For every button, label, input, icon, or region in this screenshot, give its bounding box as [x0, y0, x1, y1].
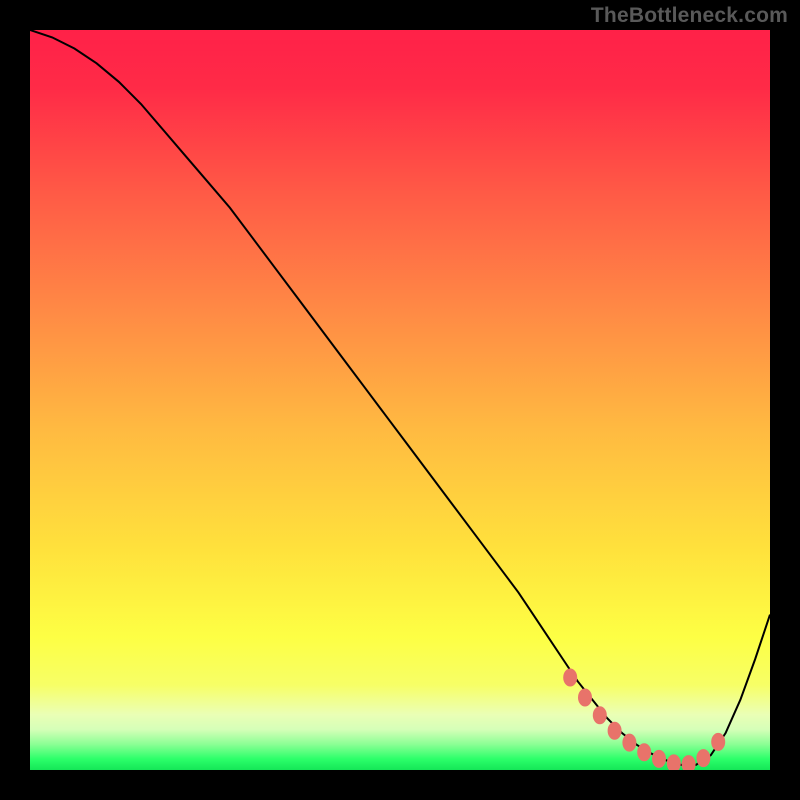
- plot-area: [30, 30, 770, 770]
- curve-marker: [696, 749, 710, 767]
- curve-marker: [652, 750, 666, 768]
- curve-marker: [608, 722, 622, 740]
- curve-marker: [622, 734, 636, 752]
- curve-marker: [593, 706, 607, 724]
- plot-svg: [30, 30, 770, 770]
- curve-marker: [711, 733, 725, 751]
- curve-marker: [578, 688, 592, 706]
- gradient-background: [30, 30, 770, 770]
- chart-root: TheBottleneck.com: [0, 0, 800, 800]
- curve-marker: [637, 743, 651, 761]
- curve-marker: [563, 669, 577, 687]
- watermark-text: TheBottleneck.com: [591, 4, 788, 28]
